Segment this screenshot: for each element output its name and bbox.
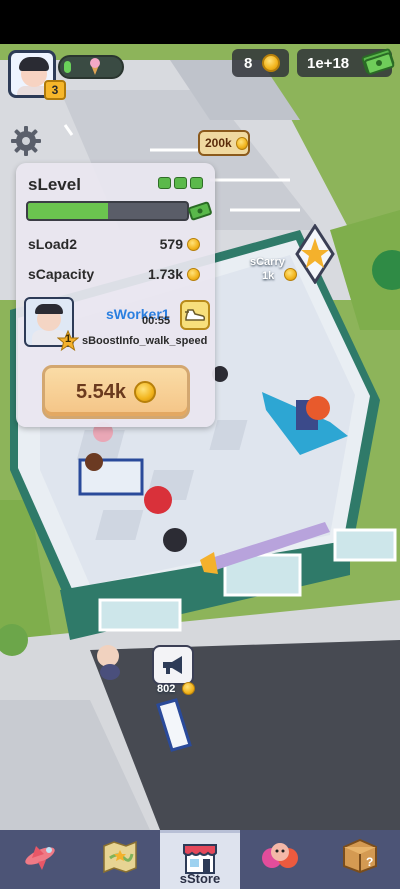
bottom-nav: sStore ? — [0, 830, 400, 889]
megaphone-icon — [163, 656, 182, 674]
load-row: sLoad2 579 — [28, 236, 206, 252]
coin-icon — [187, 237, 200, 251]
coin-icon — [284, 268, 297, 281]
nav-map[interactable] — [80, 830, 160, 889]
mystery-box-icon: ? — [343, 838, 377, 874]
buy-upgrade-button[interactable]: 5.54k — [42, 365, 190, 419]
level-dot — [174, 177, 187, 189]
advertise-cost: 802 — [157, 683, 176, 695]
level-upgrade-panel: sLevel sLoad2 579 sCapacity 1.73k 1 sWor… — [16, 163, 215, 427]
shoe-icon — [185, 309, 206, 321]
coin-counter[interactable]: 8 — [232, 49, 289, 77]
game-scene[interactable]: 3 8 1e+18 200k sCarry 1k 802 sLevel sLoa… — [0, 0, 400, 889]
capacity-value: 1.73k — [147, 266, 183, 282]
capacity-label: sCapacity — [28, 266, 95, 282]
expansion-price-tag[interactable]: 200k — [198, 130, 250, 156]
worker-hair — [35, 304, 63, 314]
store-icon — [183, 844, 217, 874]
coin-icon — [187, 267, 200, 281]
airplane-icon — [25, 846, 55, 870]
advertise-button[interactable] — [152, 645, 194, 685]
load-value-group: 579 — [160, 236, 200, 252]
level-progress-fill — [28, 203, 108, 219]
coin-icon — [134, 381, 157, 403]
load-label: sLoad2 — [28, 236, 78, 252]
expansion-price: 200k — [205, 136, 232, 150]
nav-airplane[interactable] — [0, 830, 80, 889]
coin-icon — [262, 54, 281, 72]
capacity-row: sCapacity 1.73k — [28, 266, 206, 282]
level-dot — [158, 177, 171, 189]
coin-icon — [235, 136, 248, 150]
carry-upgrade-diamond[interactable] — [295, 224, 335, 284]
load-value: 579 — [159, 236, 183, 252]
status-bar — [0, 0, 400, 44]
coin-count: 8 — [244, 54, 253, 72]
nav-characters[interactable] — [240, 830, 320, 889]
nav-store[interactable]: sStore — [160, 830, 240, 889]
cash-icon[interactable] — [360, 47, 396, 75]
coin-icon — [182, 682, 195, 695]
cash-icon — [188, 201, 212, 221]
panel-title: sLevel — [28, 175, 81, 194]
worker-timer: 00:55 — [142, 315, 171, 327]
svg-text:?: ? — [366, 855, 373, 869]
player-level-badge: 3 — [44, 80, 66, 100]
map-icon — [103, 840, 137, 874]
cash-count: 1e+18 — [307, 54, 350, 72]
carry-value: 1k — [262, 270, 275, 282]
capacity-value-group: 1.73k — [148, 266, 200, 282]
level-dots — [158, 177, 203, 189]
carry-label: sCarry — [250, 256, 285, 268]
buy-price: 5.54k — [75, 380, 127, 403]
boost-info: sBoostInfo_walk_speed — [82, 335, 208, 347]
avatar-hair — [19, 57, 49, 71]
characters-icon — [262, 843, 298, 868]
worker-level-badge: 1 — [56, 329, 80, 352]
level-dot — [190, 177, 203, 189]
nav-mystery-box[interactable]: ? — [320, 830, 400, 889]
level-progress-bar — [26, 201, 189, 221]
ice-cream-icon — [90, 58, 100, 75]
nav-store-label: sStore — [179, 871, 221, 886]
xp-progress-fill — [64, 61, 71, 73]
worker-level: 1 — [64, 333, 72, 345]
boost-button[interactable] — [180, 300, 210, 330]
gear-icon[interactable] — [10, 125, 42, 157]
